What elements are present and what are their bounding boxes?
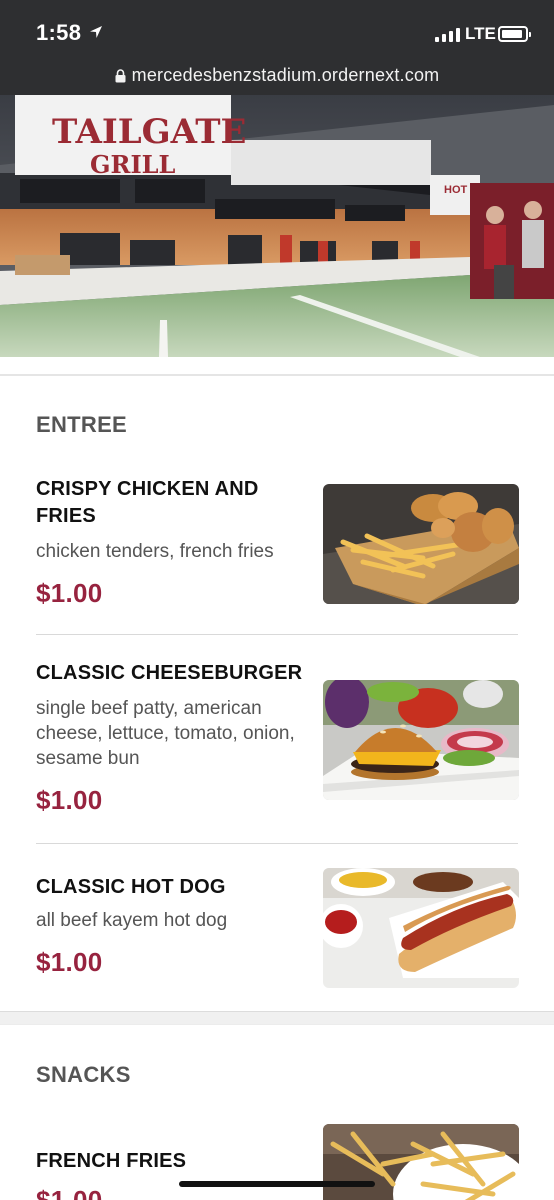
item-name: CLASSIC HOT DOG — [36, 876, 226, 898]
menu-item-classic-hot-dog[interactable]: CLASSIC HOT DOG all beef kayem hot dog $… — [36, 868, 519, 988]
url-text: mercedesbenzstadium.ordernext.com — [131, 64, 440, 85]
battery-icon — [498, 26, 531, 42]
item-description: single beef patty, american cheese, lett… — [36, 698, 295, 769]
menu-item-classic-cheeseburger[interactable]: CLASSIC CHEESEBURGER single beef patty, … — [36, 660, 519, 816]
item-divider — [36, 843, 518, 844]
hero-sign-line1: TAILGATE — [52, 112, 246, 152]
hero-divider — [0, 374, 554, 376]
item-divider — [36, 634, 518, 635]
french-fries-photo — [323, 1124, 519, 1200]
section-separator — [0, 1011, 554, 1025]
cheeseburger-photo — [323, 680, 519, 800]
signal-icon — [435, 27, 460, 42]
chicken-fries-photo — [323, 484, 519, 604]
item-name: CRISPY CHICKEN AND FRIES — [36, 478, 259, 527]
item-name: CLASSIC CHEESEBURGER — [36, 662, 303, 684]
location-arrow-icon — [90, 26, 102, 38]
status-and-url-bar: 1:58 LTE mercedesbenzstadium.ordernext.c… — [0, 0, 554, 95]
hero-sign-line2: GRILL — [90, 150, 176, 179]
hero-image: TAILGATE GRILL HOT — [0, 95, 554, 357]
menu-item-crispy-chicken[interactable]: CRISPY CHICKEN AND FRIES chicken tenders… — [36, 476, 519, 609]
lock-icon — [115, 69, 126, 83]
network-label: LTE — [465, 24, 496, 43]
section-title-entree: ENTREE — [36, 412, 128, 437]
item-name: FRENCH FRIES — [36, 1150, 187, 1172]
hero-side-sign: HOT — [444, 184, 468, 196]
home-indicator[interactable] — [179, 1181, 375, 1187]
item-description: all beef kayem hot dog — [36, 910, 228, 931]
item-description: chicken tenders, french fries — [36, 541, 274, 562]
url-bar[interactable]: mercedesbenzstadium.ordernext.com — [0, 60, 554, 90]
menu-item-french-fries[interactable]: FRENCH FRIES $1.00 — [36, 1124, 519, 1200]
status-time: 1:58 — [36, 20, 82, 45]
section-title-snacks: SNACKS — [36, 1062, 131, 1087]
hot-dog-photo — [323, 868, 519, 988]
